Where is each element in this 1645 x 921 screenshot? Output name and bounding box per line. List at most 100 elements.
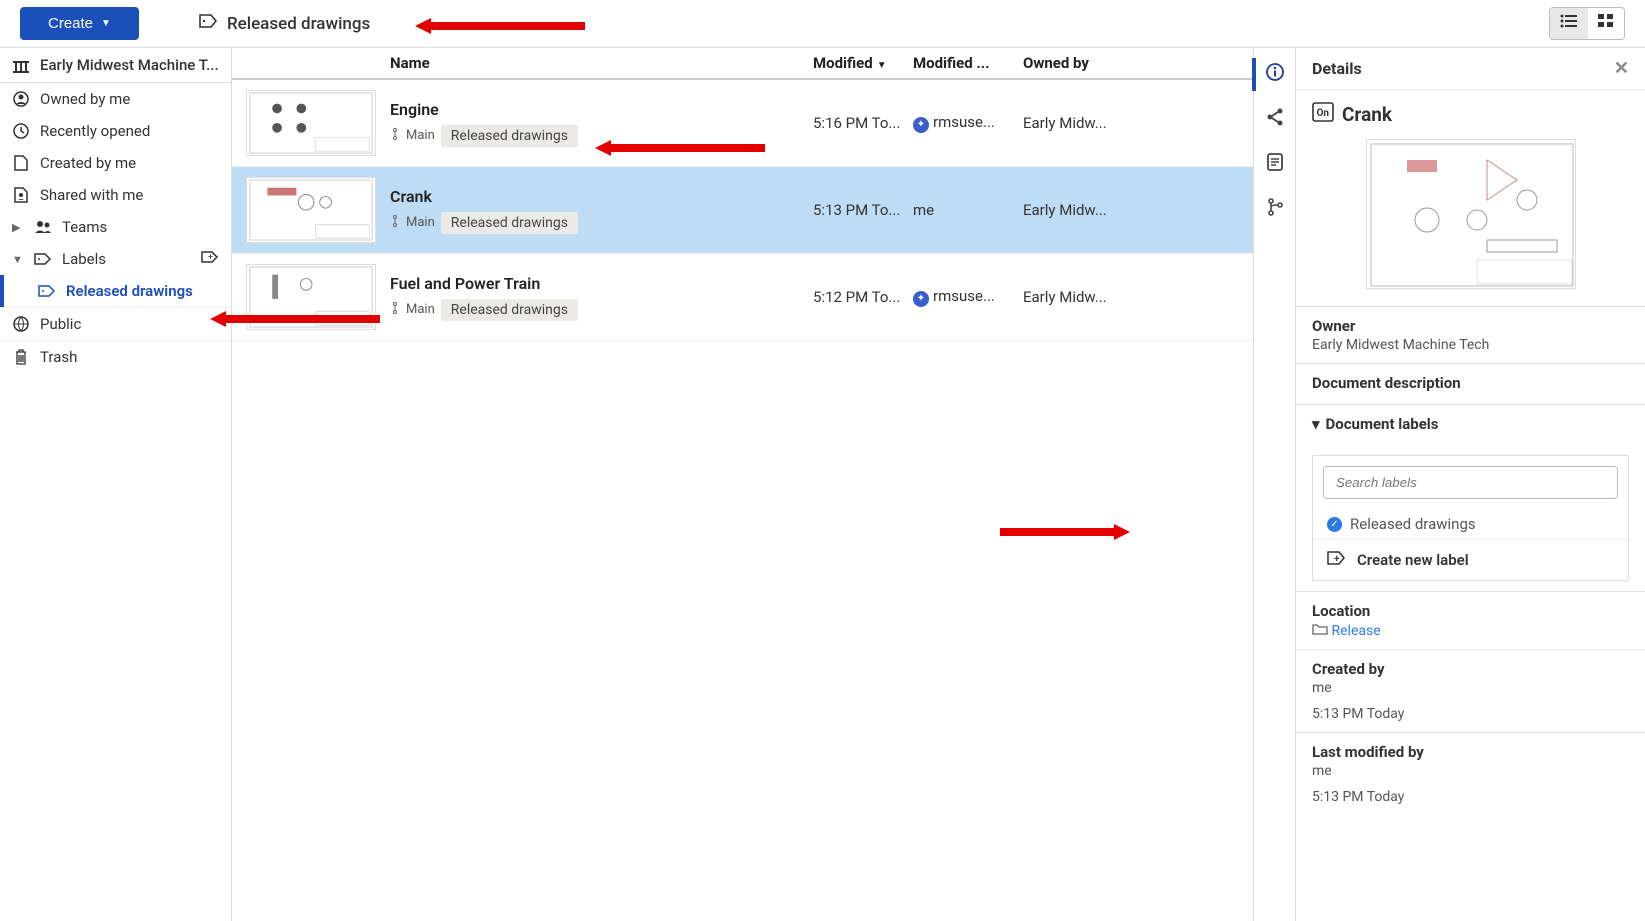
labels-collapsible-header[interactable]: ▾ Document labels: [1312, 415, 1629, 433]
onshape-doc-icon: On: [1312, 102, 1334, 127]
branch-icon: [390, 128, 400, 144]
table-row[interactable]: Crank Main Released drawings 5:13 PM To.…: [232, 167, 1253, 254]
add-label-icon[interactable]: +: [201, 250, 219, 268]
sidebar-item-label: Labels: [62, 250, 106, 268]
chevron-right-icon: ▶: [12, 221, 24, 234]
topbar: Create ▼ Released drawings: [0, 0, 1645, 48]
trash-icon: [12, 349, 30, 365]
table-row[interactable]: Fuel and Power Train Main Released drawi…: [232, 254, 1253, 341]
info-tab-button[interactable]: [1265, 62, 1285, 87]
sidebar-labels[interactable]: ▼ Labels +: [0, 243, 231, 275]
document-icon: [12, 155, 30, 171]
document-thumbnail: [246, 90, 376, 156]
label-chip[interactable]: Released drawings: [441, 125, 578, 147]
breadcrumb: Released drawings: [199, 13, 370, 34]
annotation-arrow: [595, 138, 765, 158]
branch-icon: [390, 302, 400, 318]
column-modified-by[interactable]: Modified ...: [913, 54, 1013, 72]
label-option-row[interactable]: ✓ Released drawings: [1313, 509, 1628, 539]
labels-box: ✓ Released drawings + Create new label: [1312, 455, 1629, 581]
details-title: Details: [1312, 59, 1362, 78]
branch-name: Main: [406, 128, 435, 143]
list-view-button[interactable]: [1550, 8, 1588, 39]
create-new-label-button[interactable]: + Create new label: [1313, 539, 1628, 580]
label-icon: [34, 252, 52, 266]
user-avatar-icon: ✦: [913, 291, 929, 307]
branch-name: Main: [406, 302, 435, 317]
people-icon: [34, 220, 52, 234]
description-tab-button[interactable]: [1266, 152, 1284, 177]
breadcrumb-label: Released drawings: [227, 14, 370, 34]
sidebar-recently-opened[interactable]: Recently opened: [0, 115, 231, 147]
sidebar-teams[interactable]: ▶ Teams: [0, 211, 231, 243]
modified-time: 5:16 PM To...: [813, 114, 913, 132]
modified-by: ✦rmsuse...: [913, 113, 1013, 133]
last-modified-label: Last modified by: [1312, 743, 1629, 761]
close-icon[interactable]: ✕: [1614, 58, 1629, 79]
modified-time: 5:13 PM To...: [813, 201, 913, 219]
sidebar-created-by-me[interactable]: Created by me: [0, 147, 231, 179]
sidebar-item-label: Created by me: [40, 154, 136, 172]
label-chip[interactable]: Released drawings: [441, 299, 578, 321]
sidebar-shared-with-me[interactable]: Shared with me: [0, 179, 231, 211]
details-panel: Details ✕ On Crank Owner Early Midwest M…: [1295, 48, 1645, 921]
document-title: Crank: [1342, 103, 1392, 126]
create-button-label: Create: [48, 15, 93, 32]
created-by-label: Created by: [1312, 660, 1629, 678]
grid-view-button[interactable]: [1588, 8, 1624, 39]
user-document-icon: [12, 187, 30, 203]
column-owned-by[interactable]: Owned by: [1013, 54, 1253, 72]
branch-name: Main: [406, 215, 435, 230]
versions-tab-button[interactable]: [1266, 197, 1284, 222]
table-header: Name Modified▼ Modified ... Owned by: [232, 48, 1253, 80]
label-icon: [38, 284, 56, 298]
user-icon: [12, 91, 30, 107]
annotation-arrow: [415, 16, 585, 36]
view-toggle: [1549, 7, 1625, 40]
annotation-arrow: [1000, 522, 1130, 542]
owner-value: Early Midwest Machine Tech: [1312, 337, 1629, 353]
search-labels-input[interactable]: [1323, 466, 1618, 499]
share-tab-button[interactable]: [1265, 107, 1285, 132]
description-label: Document description: [1312, 374, 1629, 392]
modified-time: 5:12 PM To...: [813, 288, 913, 306]
document-name: Engine: [390, 100, 813, 119]
sidebar-item-label: Shared with me: [40, 186, 143, 204]
sidebar-label-released-drawings[interactable]: Released drawings: [0, 275, 231, 307]
sidebar-item-label: Teams: [62, 218, 107, 236]
sidebar-item-label: Released drawings: [66, 282, 193, 300]
sidebar: Early Midwest Machine T... Owned by me R…: [0, 48, 232, 921]
create-button[interactable]: Create ▼: [20, 7, 139, 40]
sidebar-item-label: Recently opened: [40, 122, 150, 140]
modified-by: me: [913, 201, 1013, 219]
sidebar-public[interactable]: Public: [0, 308, 231, 340]
company-icon: [12, 57, 30, 73]
document-thumbnail: [246, 177, 376, 243]
column-name[interactable]: Name: [390, 54, 813, 72]
column-modified[interactable]: Modified▼: [813, 54, 913, 72]
document-name: Fuel and Power Train: [390, 274, 813, 293]
label-chip[interactable]: Released drawings: [441, 212, 578, 234]
location-label: Location: [1312, 602, 1629, 620]
sidebar-item-label: Owned by me: [40, 90, 130, 108]
document-preview: [1312, 139, 1629, 294]
last-modified-value: me: [1312, 763, 1629, 779]
modified-by: ✦rmsuse...: [913, 287, 1013, 307]
sort-desc-icon: ▼: [877, 60, 887, 71]
location-link[interactable]: Release: [1331, 623, 1380, 639]
sidebar-team-root[interactable]: Early Midwest Machine T...: [0, 48, 231, 83]
created-time: 5:13 PM Today: [1312, 706, 1629, 722]
sidebar-item-label: Trash: [40, 348, 77, 366]
globe-icon: [12, 316, 30, 332]
sidebar-trash[interactable]: Trash: [0, 341, 231, 373]
label-icon: [199, 13, 219, 34]
folder-icon: [1312, 623, 1328, 639]
owned-by: Early Midw...: [1013, 114, 1253, 132]
sidebar-owned-by-me[interactable]: Owned by me: [0, 83, 231, 115]
caret-down-icon: ▼: [101, 18, 111, 29]
svg-text:On: On: [1317, 108, 1330, 119]
sidebar-team-root-label: Early Midwest Machine T...: [40, 56, 219, 74]
chevron-down-icon: ▼: [12, 253, 24, 266]
branch-icon: [390, 215, 400, 231]
svg-text:+: +: [208, 253, 213, 263]
